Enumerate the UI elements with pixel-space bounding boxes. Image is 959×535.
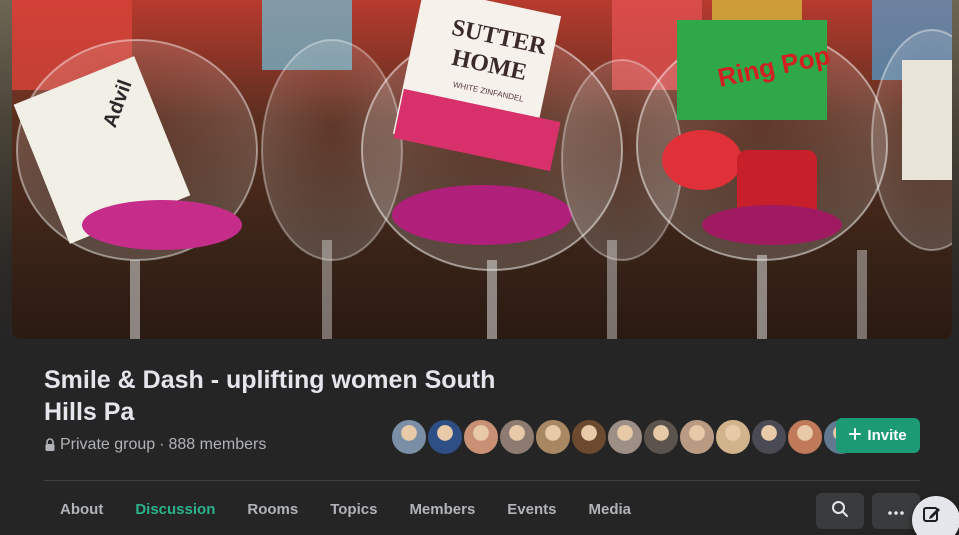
cover-photo[interactable]: Advil SUTTER HOME WHITE ZINFANDEL Ring P… [12, 0, 952, 339]
invite-label: Invite [867, 427, 907, 444]
group-tabs: About Discussion Rooms Topics Members Ev… [44, 490, 647, 530]
invite-button[interactable]: Invite [836, 418, 920, 453]
search-icon [831, 500, 849, 523]
meta-separator: · [159, 436, 165, 453]
member-avatar[interactable] [534, 418, 572, 456]
member-avatar[interactable] [750, 418, 788, 456]
group-page: Advil SUTTER HOME WHITE ZINFANDEL Ring P… [0, 0, 959, 535]
tab-discussion[interactable]: Discussion [119, 490, 231, 530]
member-avatar[interactable] [570, 418, 608, 456]
tab-rooms[interactable]: Rooms [231, 490, 314, 530]
member-avatar[interactable] [678, 418, 716, 456]
member-avatar[interactable] [606, 418, 644, 456]
cover-photo-image: Advil SUTTER HOME WHITE ZINFANDEL Ring P… [12, 0, 952, 339]
tab-members[interactable]: Members [393, 490, 491, 530]
tab-topics[interactable]: Topics [314, 490, 393, 530]
compose-button[interactable] [912, 496, 959, 535]
compose-icon [922, 504, 942, 529]
member-avatar[interactable] [498, 418, 536, 456]
privacy-label: Private group [60, 436, 156, 453]
more-icon [888, 502, 904, 520]
header-divider [44, 480, 920, 481]
search-button[interactable] [816, 493, 864, 529]
group-meta: Private group · 888 members [44, 436, 266, 454]
lock-icon [44, 438, 56, 452]
member-avatars[interactable] [390, 418, 860, 456]
member-avatar[interactable] [426, 418, 464, 456]
member-avatar[interactable] [462, 418, 500, 456]
member-avatar[interactable] [390, 418, 428, 456]
tab-about[interactable]: About [44, 490, 119, 530]
member-count[interactable]: 888 members [169, 436, 267, 454]
plus-icon [849, 427, 862, 444]
member-avatar[interactable] [642, 418, 680, 456]
member-avatar[interactable] [786, 418, 824, 456]
tab-events[interactable]: Events [491, 490, 572, 530]
member-avatar[interactable] [714, 418, 752, 456]
tab-media[interactable]: Media [573, 490, 648, 530]
